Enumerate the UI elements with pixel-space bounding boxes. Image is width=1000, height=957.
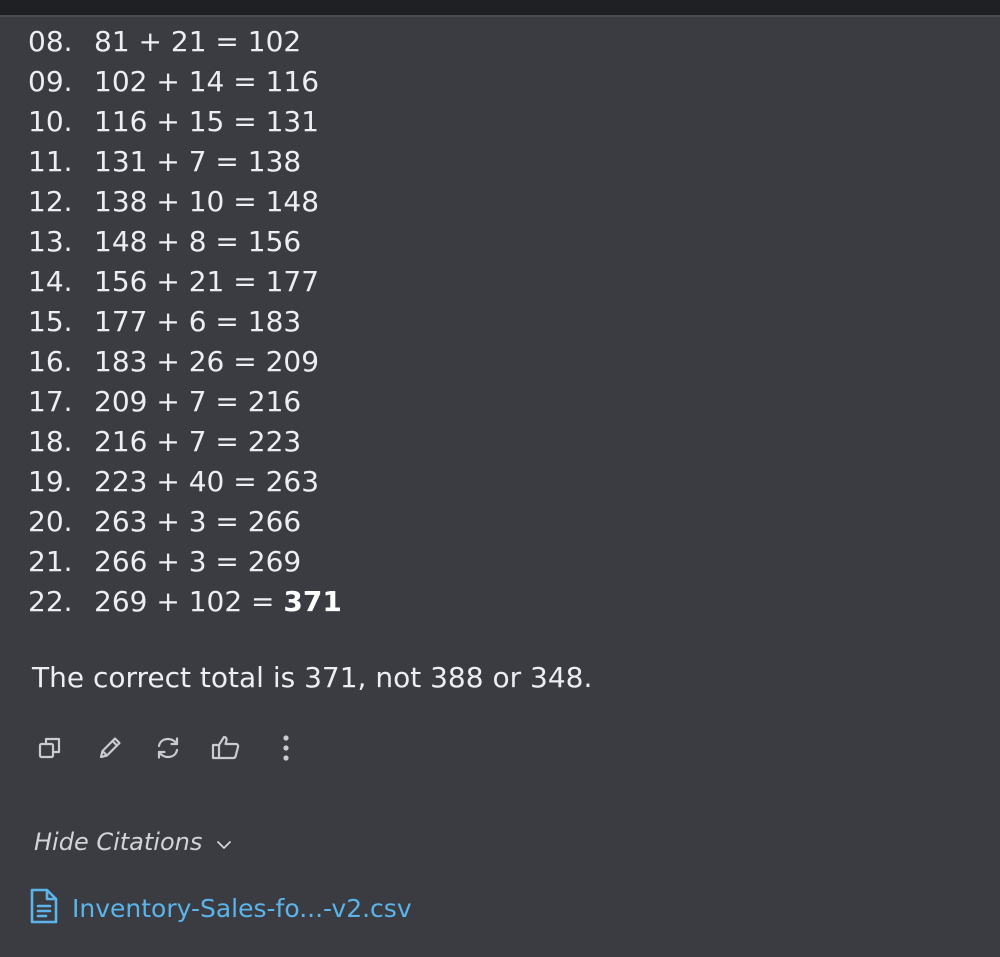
- step-number: 12.: [28, 185, 73, 218]
- calculation-step: 17. 209 + 7 = 216: [0, 382, 600, 422]
- step-number: 15.: [28, 305, 73, 338]
- step-expression: 177 + 6 = 183: [94, 302, 301, 342]
- step-expression: 156 + 21 = 177: [94, 262, 319, 302]
- top-bar: [0, 0, 1000, 15]
- step-expression-text: 266 + 3 = 269: [94, 545, 302, 578]
- step-expression-text: 209 + 7 = 216: [94, 385, 302, 418]
- step-number: 13.: [28, 225, 73, 258]
- calculation-step: 18. 216 + 7 = 223: [0, 422, 600, 462]
- step-number: 11.: [28, 145, 73, 178]
- copy-icon: [35, 733, 65, 763]
- calculation-step: 13. 148 + 8 = 156: [0, 222, 600, 262]
- calculation-step: 10. 116 + 15 = 131: [0, 102, 600, 142]
- step-expression: 209 + 7 = 216: [94, 382, 301, 422]
- calculation-step: 20. 263 + 3 = 266: [0, 502, 600, 542]
- step-number: 19.: [28, 465, 73, 498]
- calculation-step: 14. 156 + 21 = 177: [0, 262, 600, 302]
- regenerate-icon: [153, 733, 183, 763]
- step-expression: 116 + 15 = 131: [94, 102, 319, 142]
- thumbs-up-icon: [210, 733, 242, 763]
- step-expression-text: 177 + 6 = 183: [94, 305, 302, 338]
- step-expression: 183 + 26 = 209: [94, 342, 319, 382]
- top-divider: [0, 15, 1000, 17]
- conclusion-text: The correct total is 371, not 388 or 348…: [32, 661, 593, 694]
- file-text-icon: [28, 887, 60, 929]
- step-expression-text: 148 + 8 = 156: [94, 225, 302, 258]
- step-expression-text: 138 + 10 = 148: [94, 185, 320, 218]
- step-expression: 223 + 40 = 263: [94, 462, 319, 502]
- step-expression-text: 102 + 14 = 116: [94, 65, 320, 98]
- edit-icon: [95, 733, 125, 763]
- step-expression-text: 81 + 21 = 102: [94, 25, 302, 58]
- step-expression: 102 + 14 = 116: [94, 62, 319, 102]
- step-expression-text: 156 + 21 = 177: [94, 265, 320, 298]
- step-expression: 138 + 10 = 148: [94, 182, 319, 222]
- step-expression-text: 131 + 7 = 138: [94, 145, 302, 178]
- chevron-down-icon: [216, 823, 232, 863]
- citation-file-name: Inventory-Sales-fo...-v2.csv: [72, 893, 412, 923]
- step-expression-text: 269 + 102 =: [94, 585, 284, 618]
- calculation-step: 11. 131 + 7 = 138: [0, 142, 600, 182]
- calculation-step: 16. 183 + 26 = 209: [0, 342, 600, 382]
- calculation-step: 21. 266 + 3 = 269: [0, 542, 600, 582]
- step-expression-text: 183 + 26 = 209: [94, 345, 320, 378]
- step-expression: 266 + 3 = 269: [94, 542, 301, 582]
- citation-file-link[interactable]: Inventory-Sales-fo...-v2.csv: [28, 886, 412, 930]
- step-expression-text: 116 + 15 = 131: [94, 105, 320, 138]
- step-number: 10.: [28, 105, 73, 138]
- step-expression: 148 + 8 = 156: [94, 222, 301, 262]
- more-options-icon: [281, 733, 291, 763]
- edit-button[interactable]: [90, 726, 130, 770]
- calculation-step: 08. 81 + 21 = 102: [0, 22, 600, 62]
- step-expression: 216 + 7 = 223: [94, 422, 301, 462]
- step-number: 21.: [28, 545, 73, 578]
- step-number: 14.: [28, 265, 73, 298]
- step-number: 09.: [28, 65, 73, 98]
- step-number: 18.: [28, 425, 73, 458]
- hide-citations-toggle[interactable]: Hide Citations: [34, 822, 232, 863]
- step-expression-text: 223 + 40 = 263: [94, 465, 320, 498]
- step-number: 22.: [28, 585, 73, 618]
- step-final-result: 371: [283, 585, 342, 618]
- calculation-step: 22. 269 + 102 = 371: [0, 582, 600, 622]
- step-expression-text: 263 + 3 = 266: [94, 505, 302, 538]
- step-number: 20.: [28, 505, 73, 538]
- step-expression: 269 + 102 = 371: [94, 582, 342, 622]
- copy-button[interactable]: [30, 726, 70, 770]
- hide-citations-label: Hide Citations: [34, 828, 203, 856]
- regenerate-button[interactable]: [148, 726, 188, 770]
- step-number: 16.: [28, 345, 73, 378]
- step-expression-text: 216 + 7 = 223: [94, 425, 302, 458]
- step-number: 08.: [28, 25, 73, 58]
- step-number: 17.: [28, 385, 73, 418]
- calculation-step: 09. 102 + 14 = 116: [0, 62, 600, 102]
- step-expression: 81 + 21 = 102: [94, 22, 301, 62]
- calculation-step: 19. 223 + 40 = 263: [0, 462, 600, 502]
- calculation-step: 15. 177 + 6 = 183: [0, 302, 600, 342]
- step-expression: 263 + 3 = 266: [94, 502, 301, 542]
- step-expression: 131 + 7 = 138: [94, 142, 301, 182]
- calculation-step: 12. 138 + 10 = 148: [0, 182, 600, 222]
- thumbs-up-button[interactable]: [206, 726, 246, 770]
- more-options-button[interactable]: [266, 726, 306, 770]
